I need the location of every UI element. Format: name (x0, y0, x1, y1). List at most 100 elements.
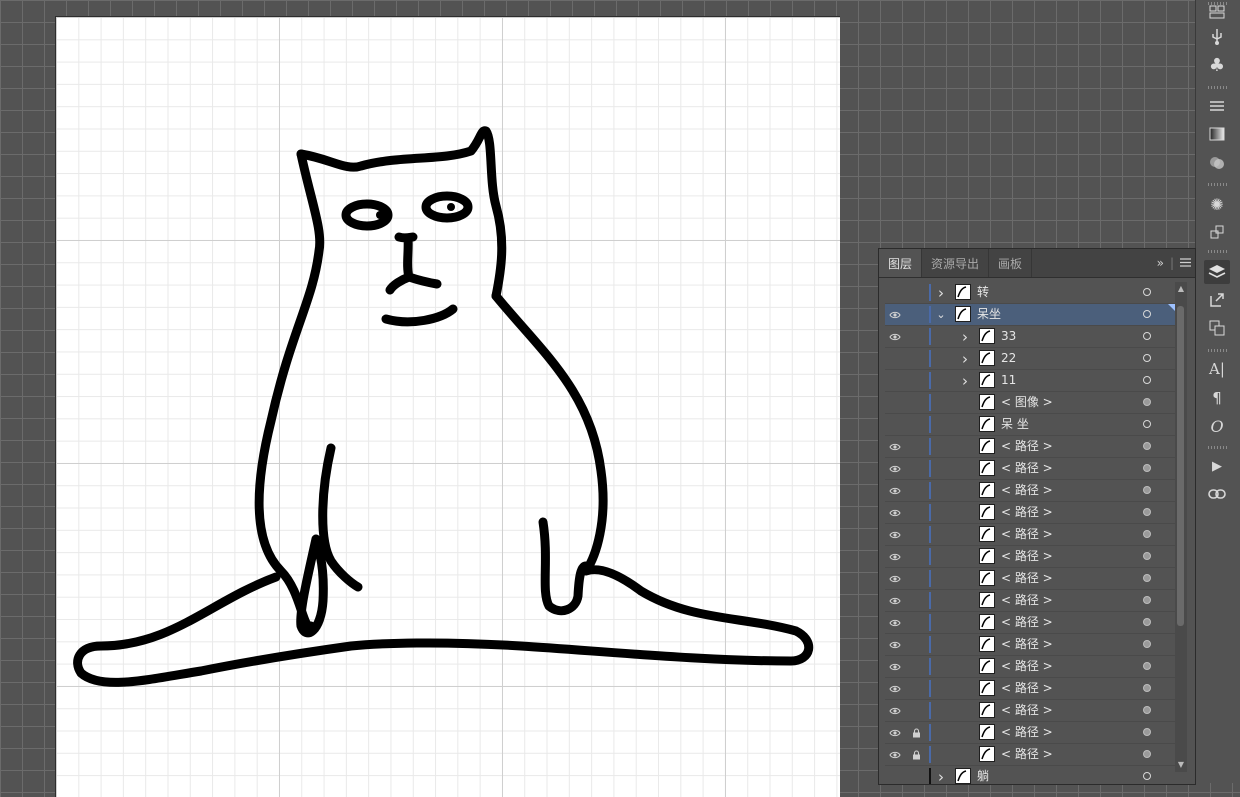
scroll-thumb[interactable] (1177, 306, 1184, 626)
export-icon[interactable] (1204, 288, 1230, 312)
lock-icon[interactable] (907, 700, 925, 721)
layer-name[interactable]: < 路径 > (1001, 524, 1053, 545)
visibility-eye-icon[interactable] (885, 304, 905, 325)
hamburger-menu-icon[interactable] (1180, 256, 1191, 270)
scroll-down-icon[interactable]: ▼ (1177, 761, 1185, 769)
lock-icon[interactable] (907, 348, 925, 369)
transparency-icon[interactable] (1204, 151, 1230, 175)
lock-icon[interactable] (907, 458, 925, 479)
layer-row[interactable]: < 图像 > (885, 392, 1175, 414)
lock-icon[interactable] (907, 480, 925, 501)
layer-name[interactable]: < 路径 > (1001, 568, 1053, 589)
paragraph-icon[interactable]: ¶ (1204, 386, 1230, 410)
layer-name[interactable]: 转 (977, 282, 989, 303)
expand-panel-icon[interactable]: » (1157, 256, 1164, 270)
lock-icon[interactable] (907, 634, 925, 655)
layer-name[interactable]: < 路径 > (1001, 722, 1053, 743)
visibility-eye-icon[interactable] (885, 634, 905, 655)
layer-name[interactable]: < 路径 > (1001, 480, 1053, 501)
layer-name[interactable]: 33 (1001, 326, 1016, 347)
visibility-eye-icon[interactable] (885, 722, 905, 743)
layer-name[interactable]: < 路径 > (1001, 436, 1053, 457)
visibility-eye-icon[interactable] (885, 458, 905, 479)
cat-drawing[interactable] (56, 17, 840, 797)
layer-row[interactable]: < 路径 > (885, 590, 1175, 612)
target-circle-icon[interactable] (1143, 662, 1151, 670)
target-circle-icon[interactable] (1143, 596, 1151, 604)
target-circle-icon[interactable] (1143, 574, 1151, 582)
lock-icon[interactable] (907, 370, 925, 391)
lock-icon[interactable] (907, 744, 925, 765)
lock-icon[interactable] (907, 612, 925, 633)
target-circle-icon[interactable] (1143, 354, 1151, 362)
layer-row[interactable]: › 转 (885, 282, 1175, 304)
layer-name[interactable]: < 路径 > (1001, 744, 1053, 765)
lock-icon[interactable] (907, 414, 925, 435)
layer-row[interactable]: < 路径 > (885, 458, 1175, 480)
chevron-right-icon[interactable]: › (959, 326, 971, 347)
target-circle-icon[interactable] (1143, 442, 1151, 450)
visibility-eye-icon[interactable] (885, 700, 905, 721)
lock-icon[interactable] (907, 656, 925, 677)
layers-scrollbar[interactable]: ▲ ▼ (1175, 282, 1187, 772)
visibility-eye-icon[interactable] (885, 568, 905, 589)
layer-row[interactable]: › 11 (885, 370, 1175, 392)
target-circle-icon[interactable] (1143, 508, 1151, 516)
target-circle-icon[interactable] (1143, 376, 1151, 384)
chevron-right-icon[interactable]: › (959, 348, 971, 369)
layer-row[interactable]: < 路径 > (885, 480, 1175, 502)
gradient-icon[interactable] (1204, 122, 1230, 146)
visibility-eye-icon[interactable] (885, 546, 905, 567)
visibility-eye-icon[interactable] (885, 524, 905, 545)
tab-artboards[interactable]: 画板 (989, 249, 1033, 277)
layer-name[interactable]: < 路径 > (1001, 678, 1053, 699)
visibility-eye-icon[interactable] (885, 480, 905, 501)
libraries-icon[interactable] (1204, 0, 1230, 24)
asset-export-icon[interactable] (1204, 220, 1230, 244)
visibility-eye-icon[interactable] (885, 612, 905, 633)
target-circle-icon[interactable] (1143, 552, 1151, 560)
visibility-eye-icon[interactable] (885, 326, 905, 347)
chevron-down-icon[interactable]: ⌄ (935, 304, 947, 325)
visibility-eye-icon[interactable] (885, 502, 905, 523)
layer-row[interactable]: < 路径 > (885, 744, 1175, 766)
lock-icon[interactable] (907, 392, 925, 413)
scroll-up-icon[interactable]: ▲ (1177, 285, 1185, 293)
links-icon[interactable] (1204, 482, 1230, 506)
lock-icon[interactable] (907, 546, 925, 567)
layer-row[interactable]: < 路径 > (885, 546, 1175, 568)
target-circle-icon[interactable] (1143, 310, 1151, 318)
target-circle-icon[interactable] (1143, 288, 1151, 296)
lock-icon[interactable] (907, 590, 925, 611)
layer-row[interactable]: › 33 (885, 326, 1175, 348)
lock-icon[interactable] (907, 678, 925, 699)
artboard[interactable] (55, 16, 840, 797)
visibility-eye-icon[interactable] (885, 590, 905, 611)
layer-name[interactable]: < 路径 > (1001, 458, 1053, 479)
visibility-eye-icon[interactable] (885, 656, 905, 677)
strip-grip[interactable] (1208, 446, 1228, 449)
layer-name[interactable]: < 路径 > (1001, 634, 1053, 655)
layer-row[interactable]: < 路径 > (885, 656, 1175, 678)
appearance-sun-icon[interactable]: ✺ (1204, 192, 1230, 216)
artboards-icon[interactable] (1204, 316, 1230, 340)
strip-grip[interactable] (1208, 349, 1228, 352)
lock-icon[interactable] (907, 766, 925, 784)
stroke-lines-icon[interactable] (1204, 94, 1230, 118)
layer-row[interactable]: < 路径 > (885, 634, 1175, 656)
visibility-eye-icon[interactable] (885, 392, 905, 413)
layer-name[interactable]: < 图像 > (1001, 392, 1053, 413)
layer-row[interactable]: < 路径 > (885, 700, 1175, 722)
layer-row[interactable]: < 路径 > (885, 678, 1175, 700)
lock-icon[interactable] (907, 722, 925, 743)
tab-layers[interactable]: 图层 (879, 249, 923, 277)
target-circle-icon[interactable] (1143, 530, 1151, 538)
lock-icon[interactable] (907, 436, 925, 457)
usb-symbols-icon[interactable] (1204, 25, 1230, 49)
strip-grip[interactable] (1208, 250, 1228, 253)
target-circle-icon[interactable] (1143, 640, 1151, 648)
target-circle-icon[interactable] (1143, 706, 1151, 714)
layer-name[interactable]: < 路径 > (1001, 656, 1053, 677)
visibility-eye-icon[interactable] (885, 414, 905, 435)
layer-name[interactable]: < 路径 > (1001, 546, 1053, 567)
